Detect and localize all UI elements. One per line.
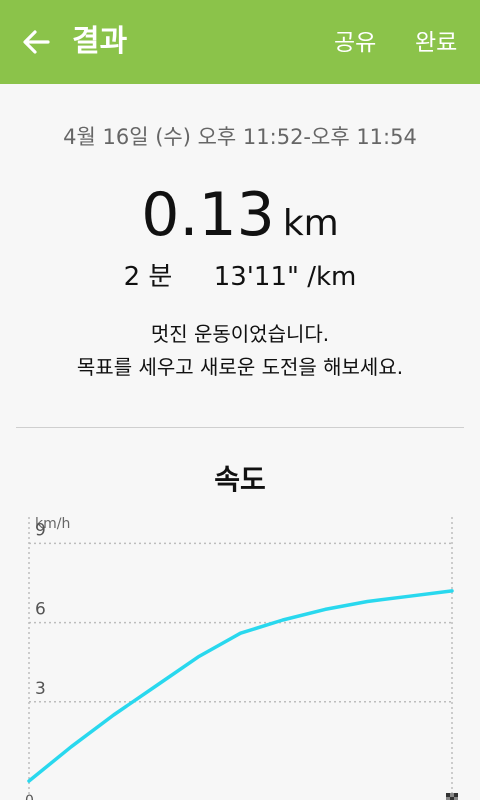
y-tick-label: 6 [35,600,46,620]
divider [16,427,464,428]
workout-stats: 2 분 13'11" /km [0,258,480,296]
message-line-1: 멋진 운동이었습니다. [150,322,330,346]
y-tick-label: 3 [35,679,46,699]
message-line-2: 목표를 세우고 새로운 도전을 해보세요. [76,355,404,379]
speed-line [27,589,454,783]
arrow-back-icon[interactable] [18,26,54,58]
finish-flag-icon [446,793,458,800]
done-button[interactable]: 완료 [415,25,457,61]
y-tick-label: 9 [35,520,46,540]
x-start-label: 0 [25,793,34,800]
page-title: 결과 [72,24,128,59]
workout-datetime: 4월 16일 (수) 오후 11:52-오후 11:54 [63,125,417,149]
distance-value: 0.13 [141,180,275,250]
chart-title: 속도 [214,463,266,496]
encouragement-message: 멋진 운동이었습니다. 목표를 세우고 새로운 도전을 해보세요. [0,318,480,384]
speed-chart: km/h3690 [25,516,458,800]
app-bar: 결과 공유 완료 [0,0,480,84]
share-button[interactable]: 공유 [334,25,376,61]
duration-value: 2 분 [123,262,173,292]
distance-display: 0.13 km [0,180,480,265]
distance-unit: km [282,203,339,244]
pace-value: 13'11" /km [213,262,357,292]
